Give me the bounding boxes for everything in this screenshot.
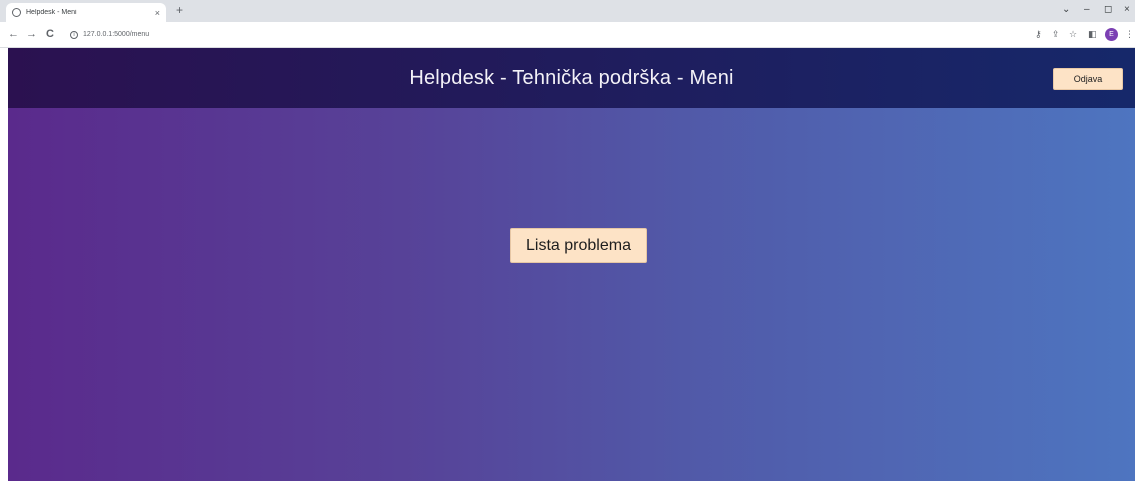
url-text: 127.0.0.1:5000/menu (83, 31, 150, 38)
page-title: Helpdesk - Tehnička podrška - Meni (409, 66, 734, 89)
browser-tab[interactable]: Helpdesk - Meni × (6, 3, 166, 22)
bookmark-star-icon[interactable]: ☆ (1069, 29, 1077, 40)
back-icon[interactable]: ← (8, 28, 19, 40)
side-panel-icon[interactable]: ◧ (1088, 29, 1097, 40)
profile-avatar[interactable]: E (1105, 28, 1118, 41)
share-icon[interactable]: ⇪ (1052, 29, 1060, 40)
key-icon[interactable]: ⚷ (1035, 29, 1042, 40)
problem-list-button[interactable]: Lista problema (510, 228, 647, 263)
browser-toolbar: ← → C i 127.0.0.1:5000/menu ⚷ ⇪ ☆ ◧ E ⋮ (0, 22, 1135, 48)
info-icon[interactable]: i (70, 30, 78, 39)
close-window-icon[interactable]: × (1124, 4, 1130, 15)
tab-close-icon[interactable]: × (155, 8, 160, 18)
tab-title: Helpdesk - Meni (26, 9, 77, 16)
address-bar[interactable]: i 127.0.0.1:5000/menu (70, 26, 1020, 43)
logout-button[interactable]: Odjava (1053, 68, 1123, 90)
tab-search-icon[interactable]: ⌄ (1062, 4, 1070, 15)
restore-icon[interactable]: ◻ (1104, 4, 1112, 15)
browser-tab-bar: Helpdesk - Meni × + ⌄ – ◻ × (0, 0, 1135, 22)
globe-icon (12, 8, 21, 17)
new-tab-icon[interactable]: + (176, 3, 183, 17)
forward-icon[interactable]: → (26, 28, 37, 40)
reload-icon[interactable]: C (46, 28, 54, 40)
page-header: Helpdesk - Tehnička podrška - Meni Odjav… (8, 48, 1135, 108)
menu-kebab-icon[interactable]: ⋮ (1125, 29, 1134, 40)
minimize-icon[interactable]: – (1084, 4, 1090, 15)
page-body: Helpdesk - Tehnička podrška - Meni Odjav… (8, 48, 1135, 481)
